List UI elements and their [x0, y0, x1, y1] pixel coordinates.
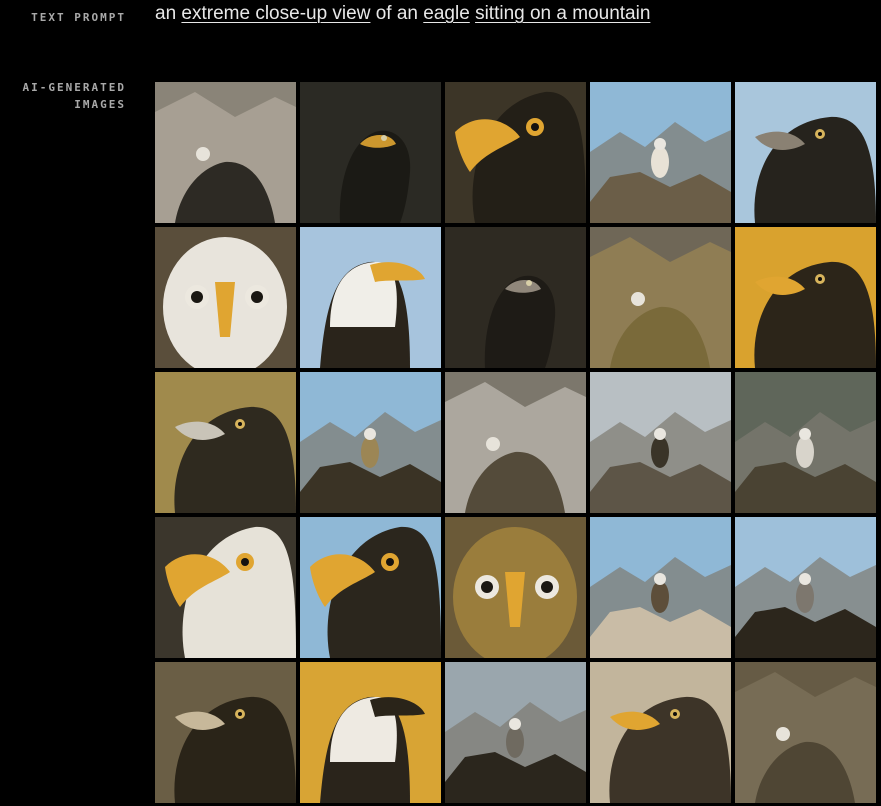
eagle-picture	[155, 517, 296, 658]
eagle-image-4[interactable]	[590, 82, 731, 223]
eagle-image-23[interactable]	[445, 662, 586, 803]
prompt-text: an extreme close-up view of an eagle sit…	[155, 3, 650, 25]
eagle-picture	[445, 372, 586, 513]
eagle-picture	[300, 227, 441, 368]
eagle-image-20[interactable]	[735, 517, 876, 658]
eagle-image-12[interactable]	[300, 372, 441, 513]
eagle-image-18[interactable]	[445, 517, 586, 658]
eagle-picture	[300, 517, 441, 658]
eagle-image-10[interactable]	[735, 227, 876, 368]
eagle-picture	[300, 82, 441, 223]
eagle-image-14[interactable]	[590, 372, 731, 513]
eagle-picture	[445, 517, 586, 658]
eagle-image-9[interactable]	[590, 227, 731, 368]
eagle-image-19[interactable]	[590, 517, 731, 658]
eagle-image-17[interactable]	[300, 517, 441, 658]
eagle-image-8[interactable]	[445, 227, 586, 368]
eagle-picture	[445, 227, 586, 368]
prompt-option-view[interactable]: extreme close-up view	[181, 3, 370, 24]
eagle-picture	[735, 662, 876, 803]
eagle-picture	[590, 372, 731, 513]
eagle-image-5[interactable]	[735, 82, 876, 223]
eagle-picture	[735, 372, 876, 513]
eagle-image-24[interactable]	[590, 662, 731, 803]
eagle-picture	[155, 372, 296, 513]
eagle-image-13[interactable]	[445, 372, 586, 513]
ai-generated-label-line1: AI-GENERATED	[22, 81, 126, 94]
eagle-image-25[interactable]	[735, 662, 876, 803]
prompt-text-segment: of an	[370, 3, 424, 24]
eagle-image-1[interactable]	[155, 82, 296, 223]
eagle-picture	[155, 82, 296, 223]
eagle-picture	[445, 662, 586, 803]
text-prompt-label: TEXT PROMPT	[0, 9, 126, 26]
eagle-image-16[interactable]	[155, 517, 296, 658]
eagle-picture	[300, 662, 441, 803]
eagle-picture	[590, 82, 731, 223]
eagle-picture	[590, 662, 731, 803]
eagle-picture	[155, 662, 296, 803]
prompt-text-segment: an	[155, 3, 182, 24]
eagle-picture	[445, 82, 586, 223]
eagle-image-11[interactable]	[155, 372, 296, 513]
eagle-picture	[735, 227, 876, 368]
eagle-picture	[300, 372, 441, 513]
eagle-image-6[interactable]	[155, 227, 296, 368]
prompt-option-subject[interactable]: eagle	[423, 3, 470, 24]
eagle-image-3[interactable]	[445, 82, 586, 223]
prompt-option-action[interactable]: sitting on a mountain	[475, 3, 650, 24]
eagle-picture	[590, 517, 731, 658]
text-prompt-label-text: TEXT PROMPT	[31, 11, 126, 24]
ai-generated-images-label: AI-GENERATED IMAGES	[0, 79, 126, 113]
eagle-picture	[590, 227, 731, 368]
eagle-picture	[155, 227, 296, 368]
eagle-image-2[interactable]	[300, 82, 441, 223]
eagle-image-15[interactable]	[735, 372, 876, 513]
image-grid	[155, 82, 881, 803]
eagle-image-7[interactable]	[300, 227, 441, 368]
eagle-image-22[interactable]	[300, 662, 441, 803]
eagle-picture	[735, 82, 876, 223]
eagle-picture	[735, 517, 876, 658]
images-label-line2: IMAGES	[74, 98, 126, 111]
eagle-image-21[interactable]	[155, 662, 296, 803]
